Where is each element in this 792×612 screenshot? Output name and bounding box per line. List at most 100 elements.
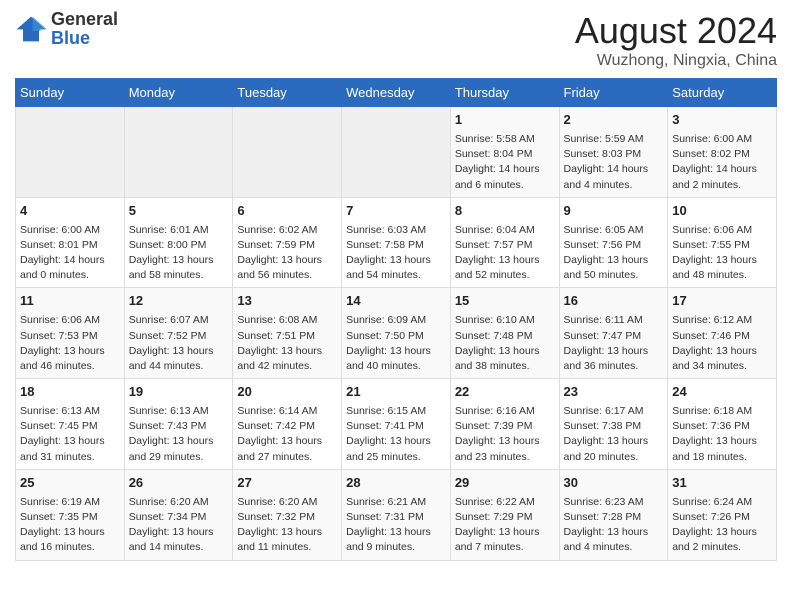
calendar-cell: 5Sunrise: 6:01 AMSunset: 8:00 PMDaylight…	[124, 197, 233, 288]
day-info: Sunrise: 6:18 AM	[672, 404, 772, 419]
day-info: Sunset: 8:01 PM	[20, 238, 120, 253]
calendar-cell: 26Sunrise: 6:20 AMSunset: 7:34 PMDayligh…	[124, 469, 233, 560]
calendar-week-row: 1Sunrise: 5:58 AMSunset: 8:04 PMDaylight…	[16, 107, 777, 198]
day-number: 3	[672, 111, 772, 130]
day-number: 16	[564, 292, 664, 311]
day-number: 10	[672, 202, 772, 221]
day-info: and 16 minutes.	[20, 540, 120, 555]
day-info: Sunset: 7:53 PM	[20, 329, 120, 344]
day-info: and 9 minutes.	[346, 540, 446, 555]
day-info: Daylight: 14 hours	[20, 253, 120, 268]
day-info: Sunset: 7:48 PM	[455, 329, 555, 344]
day-info: Daylight: 13 hours	[237, 434, 337, 449]
calendar-cell	[342, 107, 451, 198]
day-info: Daylight: 13 hours	[237, 344, 337, 359]
day-info: Sunset: 8:00 PM	[129, 238, 229, 253]
day-number: 20	[237, 383, 337, 402]
day-info: Sunrise: 6:07 AM	[129, 313, 229, 328]
day-info: Sunrise: 6:13 AM	[20, 404, 120, 419]
day-info: Sunrise: 6:23 AM	[564, 495, 664, 510]
day-info: Sunrise: 6:24 AM	[672, 495, 772, 510]
day-number: 23	[564, 383, 664, 402]
day-number: 2	[564, 111, 664, 130]
day-info: and 20 minutes.	[564, 450, 664, 465]
day-info: Sunset: 7:46 PM	[672, 329, 772, 344]
day-info: Daylight: 13 hours	[346, 253, 446, 268]
day-info: Sunrise: 6:16 AM	[455, 404, 555, 419]
day-info: Sunset: 7:58 PM	[346, 238, 446, 253]
day-number: 5	[129, 202, 229, 221]
day-info: Daylight: 14 hours	[672, 162, 772, 177]
calendar-cell: 3Sunrise: 6:00 AMSunset: 8:02 PMDaylight…	[668, 107, 777, 198]
day-info: Daylight: 13 hours	[20, 434, 120, 449]
day-info: Sunset: 8:02 PM	[672, 147, 772, 162]
day-info: Daylight: 13 hours	[455, 344, 555, 359]
day-info: Daylight: 13 hours	[564, 253, 664, 268]
day-info: and 34 minutes.	[672, 359, 772, 374]
calendar-cell: 23Sunrise: 6:17 AMSunset: 7:38 PMDayligh…	[559, 379, 668, 470]
day-number: 24	[672, 383, 772, 402]
calendar-body: 1Sunrise: 5:58 AMSunset: 8:04 PMDaylight…	[16, 107, 777, 561]
day-info: Sunset: 7:29 PM	[455, 510, 555, 525]
day-info: and 29 minutes.	[129, 450, 229, 465]
day-number: 8	[455, 202, 555, 221]
day-info: and 42 minutes.	[237, 359, 337, 374]
day-info: and 18 minutes.	[672, 450, 772, 465]
day-info: Sunset: 7:31 PM	[346, 510, 446, 525]
day-info: Sunrise: 6:11 AM	[564, 313, 664, 328]
day-info: Sunset: 7:39 PM	[455, 419, 555, 434]
day-info: Sunset: 7:35 PM	[20, 510, 120, 525]
day-info: and 48 minutes.	[672, 268, 772, 283]
weekday-header-saturday: Saturday	[668, 79, 777, 107]
calendar-cell	[16, 107, 125, 198]
calendar-cell	[124, 107, 233, 198]
calendar-cell: 4Sunrise: 6:00 AMSunset: 8:01 PMDaylight…	[16, 197, 125, 288]
day-info: and 46 minutes.	[20, 359, 120, 374]
day-number: 1	[455, 111, 555, 130]
day-info: Sunset: 7:45 PM	[20, 419, 120, 434]
day-number: 31	[672, 474, 772, 493]
calendar-cell: 7Sunrise: 6:03 AMSunset: 7:58 PMDaylight…	[342, 197, 451, 288]
calendar-subtitle: Wuzhong, Ningxia, China	[575, 52, 777, 70]
day-number: 29	[455, 474, 555, 493]
calendar-cell: 13Sunrise: 6:08 AMSunset: 7:51 PMDayligh…	[233, 288, 342, 379]
weekday-header-monday: Monday	[124, 79, 233, 107]
day-info: and 2 minutes.	[672, 540, 772, 555]
day-info: Daylight: 13 hours	[346, 434, 446, 449]
day-info: and 40 minutes.	[346, 359, 446, 374]
day-info: and 14 minutes.	[129, 540, 229, 555]
day-info: and 7 minutes.	[455, 540, 555, 555]
day-info: Daylight: 13 hours	[237, 525, 337, 540]
day-number: 6	[237, 202, 337, 221]
day-info: Sunrise: 6:15 AM	[346, 404, 446, 419]
day-info: Sunset: 7:34 PM	[129, 510, 229, 525]
calendar-cell: 10Sunrise: 6:06 AMSunset: 7:55 PMDayligh…	[668, 197, 777, 288]
day-info: and 38 minutes.	[455, 359, 555, 374]
calendar-cell: 17Sunrise: 6:12 AMSunset: 7:46 PMDayligh…	[668, 288, 777, 379]
day-info: and 52 minutes.	[455, 268, 555, 283]
day-info: and 25 minutes.	[346, 450, 446, 465]
day-info: Sunset: 7:55 PM	[672, 238, 772, 253]
day-info: Sunset: 8:03 PM	[564, 147, 664, 162]
day-number: 4	[20, 202, 120, 221]
day-number: 9	[564, 202, 664, 221]
day-info: Sunrise: 5:59 AM	[564, 132, 664, 147]
day-info: Sunset: 7:51 PM	[237, 329, 337, 344]
calendar-cell: 1Sunrise: 5:58 AMSunset: 8:04 PMDaylight…	[450, 107, 559, 198]
weekday-header-wednesday: Wednesday	[342, 79, 451, 107]
calendar-week-row: 11Sunrise: 6:06 AMSunset: 7:53 PMDayligh…	[16, 288, 777, 379]
logo: General Blue	[15, 10, 118, 48]
day-info: Sunrise: 6:06 AM	[20, 313, 120, 328]
day-info: Sunrise: 6:20 AM	[129, 495, 229, 510]
day-info: and 31 minutes.	[20, 450, 120, 465]
calendar-cell: 14Sunrise: 6:09 AMSunset: 7:50 PMDayligh…	[342, 288, 451, 379]
day-info: Sunset: 7:57 PM	[455, 238, 555, 253]
day-info: Sunrise: 6:09 AM	[346, 313, 446, 328]
day-info: Sunset: 7:41 PM	[346, 419, 446, 434]
calendar-cell: 20Sunrise: 6:14 AMSunset: 7:42 PMDayligh…	[233, 379, 342, 470]
day-info: Sunrise: 6:05 AM	[564, 223, 664, 238]
day-info: Sunrise: 6:17 AM	[564, 404, 664, 419]
day-info: Sunrise: 6:20 AM	[237, 495, 337, 510]
day-info: Sunrise: 6:19 AM	[20, 495, 120, 510]
day-info: Sunset: 7:50 PM	[346, 329, 446, 344]
